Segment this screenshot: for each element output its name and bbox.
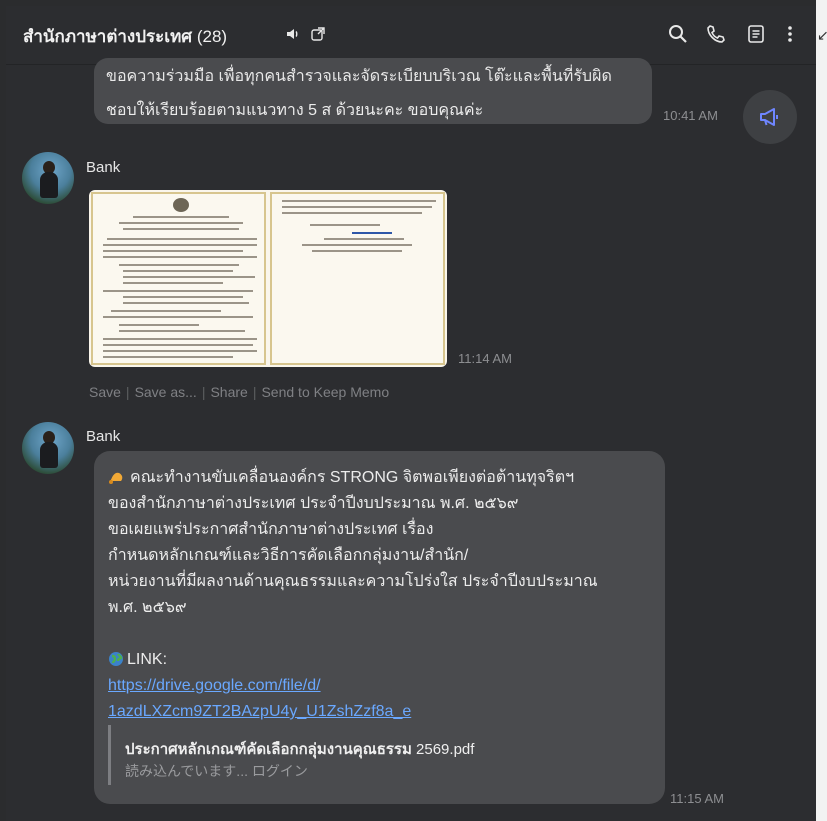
- external-window-icon[interactable]: [307, 23, 329, 45]
- phone-icon[interactable]: [705, 23, 727, 45]
- message-line: คณะทำงานขับเคลื่อนองค์กร STRONG จิตพอเพี…: [130, 469, 575, 486]
- announcement-button[interactable]: [743, 90, 797, 144]
- message-line: กำหนดหลักเกณฑ์และวิธีการคัดเลือกกลุ่มงาน…: [108, 547, 469, 564]
- bell-emoji-icon: [109, 472, 123, 484]
- chat-name: สำนักภาษาต่างประเทศ: [23, 27, 193, 46]
- share-link[interactable]: Share: [210, 384, 247, 400]
- avatar[interactable]: [22, 422, 74, 474]
- message-line: หน่วยงานที่มีผลงานด้านคุณธรรมและความโปร่…: [108, 573, 598, 590]
- message-time: 11:15 AM: [670, 791, 724, 806]
- attachment-actions: Save | Save as... | Share | Send to Keep Memo: [89, 384, 390, 400]
- message-line: พ.ศ. ๒๕๖๙: [108, 599, 187, 616]
- drive-link[interactable]: 1azdLXZcm9ZT2BAzpU4y_U1ZshZzf8a_e: [108, 703, 411, 720]
- message-text-line: ขอความร่วมมือ เพื่อทุกคนสำรวจและจัดระเบี…: [106, 68, 612, 85]
- chat-header: สำนักภาษาต่างประเทศ (28): [6, 6, 816, 65]
- link-label: LINK:: [127, 651, 168, 668]
- more-icon[interactable]: [779, 23, 801, 45]
- preview-title-rest: 2569.pdf: [411, 741, 475, 758]
- message-bubble[interactable]: คณะทำงานขับเคลื่อนองค์กร STRONG จิตพอเพี…: [94, 451, 665, 804]
- drive-link[interactable]: https://drive.google.com/file/d/: [108, 677, 321, 694]
- search-icon[interactable]: [667, 23, 689, 45]
- sender-name[interactable]: Bank: [86, 428, 120, 445]
- megaphone-icon: [760, 108, 778, 126]
- message-line: ของสำนักภาษาต่างประเทศ ประจำปีงบประมาณ พ…: [108, 495, 519, 512]
- message-time: 11:14 AM: [458, 351, 512, 366]
- document-page-thumbnail: [270, 192, 445, 365]
- member-count: (28): [196, 27, 228, 46]
- link-preview[interactable]: ประกาศหลักเกณฑ์คัดเลือกกลุ่มงานคุณธรรม 2…: [108, 725, 651, 785]
- notes-icon[interactable]: [745, 23, 767, 45]
- message-text: คณะทำงานขับเคลื่อนองค์กร STRONG จิตพอเพี…: [108, 465, 656, 725]
- sender-name[interactable]: Bank: [86, 159, 120, 176]
- globe-emoji-icon: [109, 652, 123, 666]
- window-edge: ↙: [816, 0, 827, 821]
- save-link[interactable]: Save: [89, 384, 121, 400]
- edge-mark: ↙: [817, 28, 827, 44]
- save-as-link[interactable]: Save as...: [135, 384, 197, 400]
- send-to-keep-memo-link[interactable]: Send to Keep Memo: [261, 384, 389, 400]
- preview-title: ประกาศหลักเกณฑ์คัดเลือกกลุ่มงานคุณธรรม 2…: [125, 737, 474, 761]
- chat-window: สำนักภาษาต่างประเทศ (28) ขอความร่วมมือ เ…: [6, 6, 816, 821]
- message-bubble[interactable]: ขอความร่วมมือ เพื่อทุกคนสำรวจและจัดระเบี…: [94, 58, 652, 124]
- speaker-icon[interactable]: [282, 23, 304, 45]
- image-attachment[interactable]: [89, 190, 447, 367]
- preview-subtitle: 読み込んでいます... ログイン: [125, 763, 308, 779]
- chat-title[interactable]: สำนักภาษาต่างประเทศ (28): [23, 23, 227, 50]
- document-page-thumbnail: [91, 192, 266, 365]
- message-line: ขอเผยแพร่ประกาศสำนักภาษาต่างประเทศ เรื่อ…: [108, 521, 434, 538]
- message-text-line: ชอบให้เรียบร้อยตามแนวทาง 5 ส ด้วยนะคะ ขอ…: [106, 102, 484, 119]
- preview-title-bold: ประกาศหลักเกณฑ์คัดเลือกกลุ่มงานคุณธรรม: [125, 741, 412, 758]
- message-time: 10:41 AM: [663, 108, 718, 123]
- avatar[interactable]: [22, 152, 74, 204]
